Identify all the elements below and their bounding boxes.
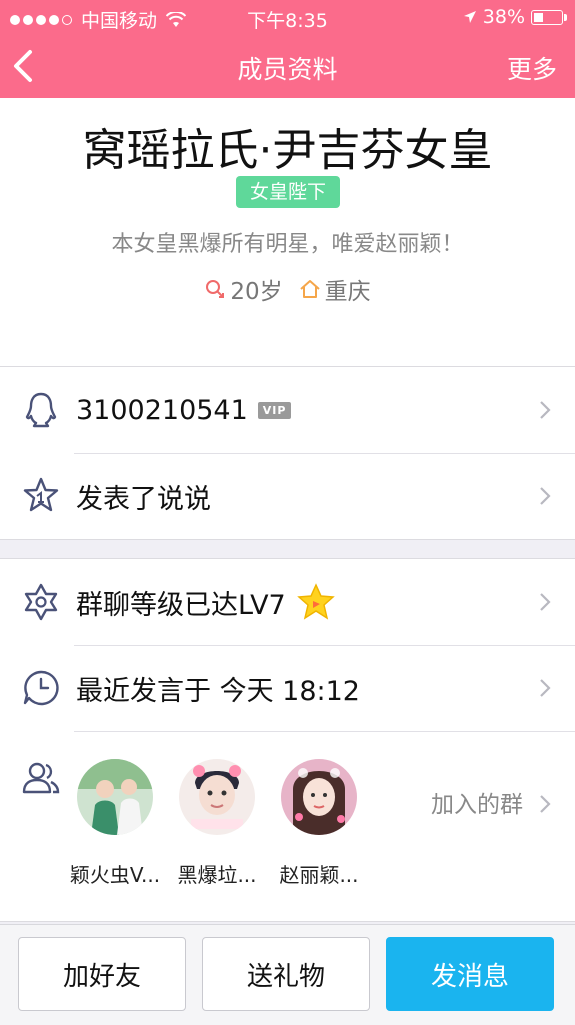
- battery-icon: [531, 9, 567, 25]
- chevron-right-icon: [540, 593, 551, 611]
- chevron-right-icon: [540, 795, 551, 813]
- group-avatar: [77, 759, 153, 835]
- qq-number: 3100210541 VIP: [76, 394, 292, 426]
- group-level: 群聊等级已达LV7: [76, 583, 336, 622]
- group-name: 颖火虫V...: [69, 863, 161, 887]
- chevron-right-icon: [540, 487, 551, 505]
- female-gender-icon: [206, 280, 225, 298]
- group-level-row[interactable]: 群聊等级已达LV7: [0, 559, 575, 645]
- location-arrow-icon: [463, 11, 476, 23]
- hexagram-icon: [24, 583, 58, 621]
- age-text: 20岁: [230, 279, 283, 305]
- group-name: 黑爆垃...: [177, 863, 257, 887]
- location-text: 重庆: [324, 279, 371, 305]
- info-group: 3100210541 VIP 发表了说说: [0, 366, 575, 540]
- joined-groups-label: 加入的群: [431, 792, 523, 818]
- battery-percent: 38%: [482, 6, 525, 28]
- location-info: 重庆: [299, 272, 371, 306]
- clock-icon: [23, 670, 59, 706]
- star-badge-icon: [23, 477, 59, 512]
- group-avatar: [179, 759, 255, 835]
- chevron-right-icon: [540, 401, 551, 419]
- send-message-button[interactable]: 发消息: [386, 937, 554, 1011]
- group-name: 赵丽颖...: [279, 863, 359, 887]
- vip-badge: VIP: [257, 401, 292, 419]
- joined-groups-row[interactable]: 颖火虫V... 黑爆垃... 赵丽颖... 加入的群: [0, 731, 575, 921]
- group-info-section: 群聊等级已达LV7 最近发言于 今天 18:12 颖火虫V... 黑爆垃... …: [0, 558, 575, 922]
- moments-row[interactable]: 发表了说说: [0, 453, 575, 539]
- more-button[interactable]: 更多: [507, 50, 557, 86]
- profile-header: 窝瑶拉氏·尹吉芬女皇 女皇陛下 本女皇黑爆所有明星，唯爱赵丽颖！ 20岁 重庆: [0, 98, 575, 366]
- group-item[interactable]: 赵丽颖...: [274, 759, 364, 888]
- gold-star-icon: [296, 583, 335, 620]
- last-speak-row[interactable]: 最近发言于 今天 18:12: [0, 645, 575, 731]
- status-bar: 中国移动 下午8:35 38%: [0, 0, 575, 34]
- group-avatar: [281, 759, 357, 835]
- chevron-right-icon: [540, 679, 551, 697]
- age-info: 20岁: [204, 272, 283, 306]
- group-level-text: 群聊等级已达LV7: [76, 589, 286, 621]
- profile-name: 窝瑶拉氏·尹吉芬女皇: [82, 125, 493, 176]
- status-right: 38%: [463, 6, 567, 28]
- bottom-action-bar: 加好友 送礼物 发消息: [0, 924, 575, 1025]
- home-icon: [299, 280, 320, 298]
- profile-signature: 本女皇黑爆所有明星，唯爱赵丽颖！: [111, 232, 464, 257]
- group-item[interactable]: 黑爆垃...: [172, 759, 262, 888]
- people-icon: [22, 762, 60, 794]
- penguin-icon: [25, 392, 57, 428]
- role-badge: 女皇陛下: [236, 176, 340, 208]
- group-item[interactable]: 颖火虫V...: [70, 759, 160, 888]
- navigation-bar: 成员资料 更多: [0, 34, 575, 98]
- send-gift-button[interactable]: 送礼物: [202, 937, 370, 1011]
- moments-text: 发表了说说: [76, 483, 211, 515]
- qq-number-row[interactable]: 3100210541 VIP: [0, 367, 575, 453]
- last-speak-text: 最近发言于 今天 18:12: [76, 675, 360, 707]
- page-title: 成员资料: [237, 55, 338, 84]
- add-friend-button[interactable]: 加好友: [18, 937, 186, 1011]
- profile-meta: 20岁 重庆: [0, 272, 575, 306]
- qq-number-text: 3100210541: [76, 394, 248, 426]
